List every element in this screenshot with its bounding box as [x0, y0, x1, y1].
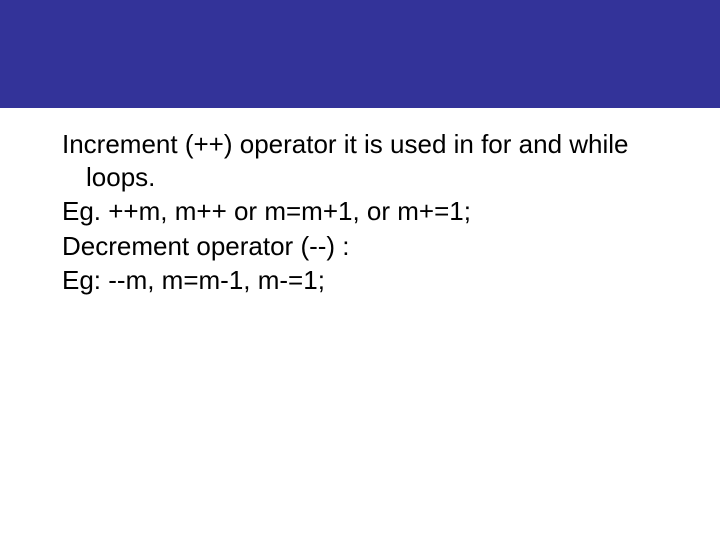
- slide-header-bar: [0, 0, 720, 108]
- text-line-3: Decrement operator (--) :: [62, 230, 658, 263]
- text-line-1: Increment (++) operator it is used in fo…: [62, 128, 658, 193]
- text-line-2: Eg. ++m, m++ or m=m+1, or m+=1;: [62, 195, 658, 228]
- slide: Increment (++) operator it is used in fo…: [0, 0, 720, 540]
- text-line-4: Eg: --m, m=m-1, m-=1;: [62, 264, 658, 297]
- slide-body: Increment (++) operator it is used in fo…: [62, 128, 658, 299]
